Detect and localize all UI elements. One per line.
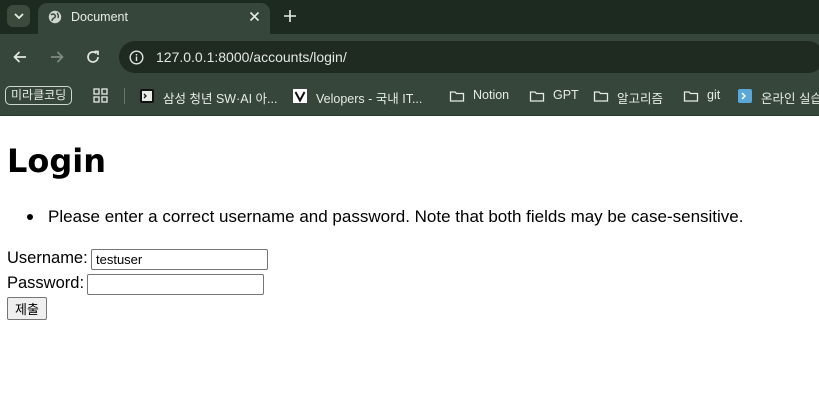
back-arrow-icon[interactable] <box>12 49 28 65</box>
error-text: Please enter a correct username and pass… <box>48 207 744 226</box>
plus-icon[interactable] <box>282 8 298 24</box>
page-content: Login Please enter a correct username an… <box>0 116 819 410</box>
bullet-icon <box>27 214 33 220</box>
url-text: 127.0.0.1:8000/accounts/login/ <box>156 49 347 65</box>
terminal-icon <box>738 89 752 103</box>
tab-document[interactable]: Document <box>38 3 270 34</box>
page-title: Login <box>7 142 107 180</box>
forward-arrow-icon[interactable] <box>49 49 65 65</box>
folder-icon <box>449 91 465 102</box>
password-input[interactable] <box>87 274 264 295</box>
username-input[interactable] <box>91 249 268 270</box>
reload-icon[interactable] <box>85 49 101 65</box>
bookmark-label: 알고리즘 <box>617 92 664 106</box>
browser-toolbar: 127.0.0.1:8000/accounts/login/ <box>0 34 819 80</box>
username-label: Username: <box>7 249 88 267</box>
bookmark-label: git <box>707 88 721 102</box>
password-label: Password: <box>7 274 85 292</box>
folder-icon <box>683 91 699 102</box>
close-icon[interactable] <box>248 10 261 23</box>
terminal-icon <box>140 89 154 103</box>
address-bar[interactable]: 127.0.0.1:8000/accounts/login/ <box>119 41 819 73</box>
bookmark-label: Velopers - 국내 IT... <box>316 92 423 106</box>
bookmark-pill[interactable]: 미라클코딩 <box>5 86 73 105</box>
folder-icon <box>593 91 609 102</box>
tab-strip: Document <box>0 0 819 34</box>
apps-grid-icon[interactable] <box>93 88 108 103</box>
error-list: Please enter a correct username and pass… <box>27 206 743 228</box>
globe-icon <box>48 10 62 24</box>
bookmark-label: 온라인 실습 <box>761 92 819 106</box>
bookmark-label: 삼성 청년 SW·AI 아... <box>163 92 278 106</box>
error-message: Please enter a correct username and pass… <box>27 206 743 228</box>
bookmark-label: GPT <box>553 88 579 102</box>
tab-search-button[interactable] <box>7 5 30 27</box>
chevron-down-icon <box>13 13 24 20</box>
submit-button[interactable]: 제출 <box>7 297 47 320</box>
v-logo-icon <box>293 89 307 103</box>
tab-title: Document <box>71 10 128 24</box>
info-icon[interactable] <box>129 50 144 65</box>
folder-icon <box>529 91 545 102</box>
bookmarks-divider <box>124 88 125 104</box>
bookmark-label: Notion <box>473 88 510 102</box>
